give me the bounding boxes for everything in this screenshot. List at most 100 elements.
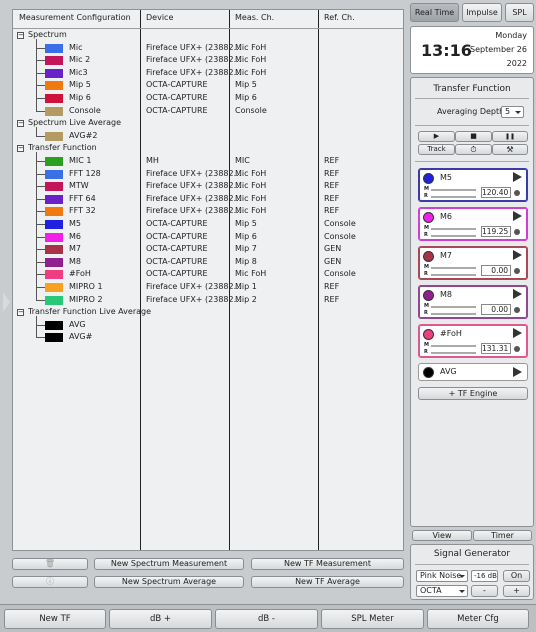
tab-view[interactable]: View	[412, 530, 472, 541]
record-icon[interactable]	[514, 346, 520, 352]
color-swatch[interactable]	[45, 270, 63, 280]
tree-item-row[interactable]: M8 OCTA-CAPTURE Mip 8 GEN	[13, 256, 403, 269]
color-swatch[interactable]	[45, 257, 63, 267]
color-swatch[interactable]	[45, 182, 63, 192]
timer-button[interactable]: ⏱	[455, 144, 492, 155]
averaging-depth-select[interactable]: 5	[501, 106, 524, 118]
new-tf-measurement-button[interactable]: New TF Measurement	[251, 558, 404, 570]
play-icon[interactable]	[513, 250, 522, 260]
tree-item-row[interactable]: MIC 1 MH MIC REF	[13, 155, 403, 168]
collapse-toggle-icon[interactable]: −	[17, 120, 24, 128]
tree-item-row[interactable]: AVG#2	[13, 130, 403, 143]
pause-button[interactable]: ❚❚	[492, 131, 528, 142]
panel-collapse-handle-icon[interactable]	[3, 292, 10, 312]
meter-cfg-button[interactable]: Meter Cfg	[427, 609, 529, 629]
track-button[interactable]: Track	[418, 144, 455, 155]
new-spectrum-measurement-button[interactable]: New Spectrum Measurement	[94, 558, 244, 570]
tree-item-row[interactable]: MIPRO 2 Fireface UFX+ (23882... Mip 2 REF	[13, 294, 403, 307]
channel-card[interactable]: M6 M R 119.25	[418, 207, 528, 241]
header-device[interactable]: Device	[146, 10, 173, 26]
signal-on-button[interactable]: On	[503, 570, 530, 582]
color-swatch[interactable]	[45, 283, 63, 292]
info-button[interactable]: ⓘ	[12, 576, 88, 588]
db-minus-button[interactable]: dB -	[215, 609, 318, 629]
tree-group-row[interactable]: − Transfer Function	[13, 142, 403, 155]
color-swatch[interactable]	[45, 56, 63, 66]
signal-output-select[interactable]: OCTA	[416, 585, 468, 597]
collapse-toggle-icon[interactable]: −	[17, 145, 24, 153]
tree-item-row[interactable]: Mic 2 Fireface UFX+ (23882... Mic FoH	[13, 54, 403, 67]
channel-card[interactable]: #FoH M R 131.31	[418, 324, 528, 358]
tree-item-row[interactable]: #FoH OCTA-CAPTURE Mic FoH Console	[13, 268, 403, 281]
signal-level-field[interactable]: -16 dB	[471, 570, 498, 582]
tab-impulse[interactable]: Impulse	[462, 3, 502, 22]
signal-type-select[interactable]: Pink Noise	[416, 570, 468, 582]
collapse-toggle-icon[interactable]: −	[17, 32, 24, 39]
color-swatch[interactable]	[45, 106, 63, 116]
color-swatch[interactable]	[45, 232, 63, 242]
record-icon[interactable]	[514, 307, 520, 313]
tree-item-row[interactable]: FFT 128 Fireface UFX+ (23882... Mic FoH REF	[13, 168, 403, 181]
tree-item-row[interactable]: Console OCTA-CAPTURE Console	[13, 105, 403, 118]
tab-spl[interactable]: SPL	[505, 3, 534, 22]
color-swatch[interactable]	[45, 43, 63, 53]
new-tf-button[interactable]: New TF	[4, 609, 106, 629]
color-swatch[interactable]	[45, 68, 63, 78]
color-swatch[interactable]	[45, 220, 63, 229]
channel-card[interactable]: M7 M R 0.00	[418, 246, 528, 280]
tools-button[interactable]: ⚒	[492, 144, 528, 155]
tf-engine-button[interactable]: + TF Engine	[418, 387, 528, 400]
color-swatch[interactable]	[45, 245, 63, 255]
channel-card[interactable]: M5 M R 120.40	[418, 168, 528, 202]
color-swatch[interactable]	[45, 320, 63, 330]
color-swatch[interactable]	[45, 81, 63, 91]
color-swatch[interactable]	[45, 194, 63, 204]
header-measurement-configuration[interactable]: Measurement Configuration	[19, 10, 131, 26]
color-swatch[interactable]	[45, 94, 63, 103]
record-icon[interactable]	[514, 268, 520, 274]
channel-card-avg[interactable]: AVG	[418, 363, 528, 381]
tab-real-time[interactable]: Real Time	[410, 3, 459, 22]
play-icon[interactable]	[513, 289, 522, 299]
record-icon[interactable]	[514, 229, 520, 235]
tree-item-row[interactable]: AVG	[13, 319, 403, 332]
color-swatch[interactable]	[45, 169, 63, 179]
tree-item-row[interactable]: MTW Fireface UFX+ (23882... Mic FoH REF	[13, 180, 403, 193]
color-swatch[interactable]	[45, 295, 63, 305]
tree-item-row[interactable]: M6 OCTA-CAPTURE Mip 6 Console	[13, 231, 403, 244]
new-tf-average-button[interactable]: New TF Average	[251, 576, 404, 588]
play-button[interactable]: ▶	[418, 131, 455, 142]
spl-meter-button[interactable]: SPL Meter	[321, 609, 424, 629]
tree-item-row[interactable]: AVG#	[13, 331, 403, 344]
color-swatch[interactable]	[45, 333, 63, 343]
level-increase-button[interactable]: +	[503, 585, 530, 597]
play-icon[interactable]	[513, 328, 522, 338]
tree-item-row[interactable]: Mic Fireface UFX+ (23882... Mic FoH	[13, 42, 403, 55]
channel-card[interactable]: M8 M R 0.00	[418, 285, 528, 319]
tree-group-row[interactable]: − Transfer Function Live Average	[13, 306, 403, 319]
tree-item-row[interactable]: MIPRO 1 Fireface UFX+ (23882... Mip 1 REF	[13, 281, 403, 294]
play-icon[interactable]	[513, 211, 522, 221]
tree-item-row[interactable]: M5 OCTA-CAPTURE Mip 5 Console	[13, 218, 403, 231]
color-swatch[interactable]	[45, 157, 63, 166]
db-plus-button[interactable]: dB +	[109, 609, 212, 629]
tree-item-row[interactable]: FFT 32 Fireface UFX+ (23882... Mic FoH REF	[13, 205, 403, 218]
color-swatch[interactable]	[45, 131, 63, 141]
delete-button[interactable]: 🗑	[12, 558, 88, 570]
tree-item-row[interactable]: Mic3 Fireface UFX+ (23882... Mic FoH	[13, 67, 403, 80]
color-swatch[interactable]	[45, 207, 63, 217]
tree-item-row[interactable]: Mip 5 OCTA-CAPTURE Mip 5	[13, 79, 403, 92]
header-ref-ch[interactable]: Ref. Ch.	[324, 10, 355, 26]
tree-group-row[interactable]: − Spectrum Live Average	[13, 117, 403, 130]
tree-item-row[interactable]: M7 OCTA-CAPTURE Mip 7 GEN	[13, 243, 403, 256]
play-icon[interactable]	[513, 367, 522, 377]
record-icon[interactable]	[514, 190, 520, 196]
header-meas-ch[interactable]: Meas. Ch.	[235, 10, 274, 26]
tree-item-row[interactable]: FFT 64 Fireface UFX+ (23882... Mic FoH REF	[13, 193, 403, 206]
stop-button[interactable]: ■	[455, 131, 492, 142]
tree-item-row[interactable]: Mip 6 OCTA-CAPTURE Mip 6	[13, 92, 403, 105]
collapse-toggle-icon[interactable]: −	[17, 309, 24, 317]
level-decrease-button[interactable]: -	[471, 585, 498, 597]
tab-timer[interactable]: Timer	[473, 530, 532, 541]
new-spectrum-average-button[interactable]: New Spectrum Average	[94, 576, 244, 588]
